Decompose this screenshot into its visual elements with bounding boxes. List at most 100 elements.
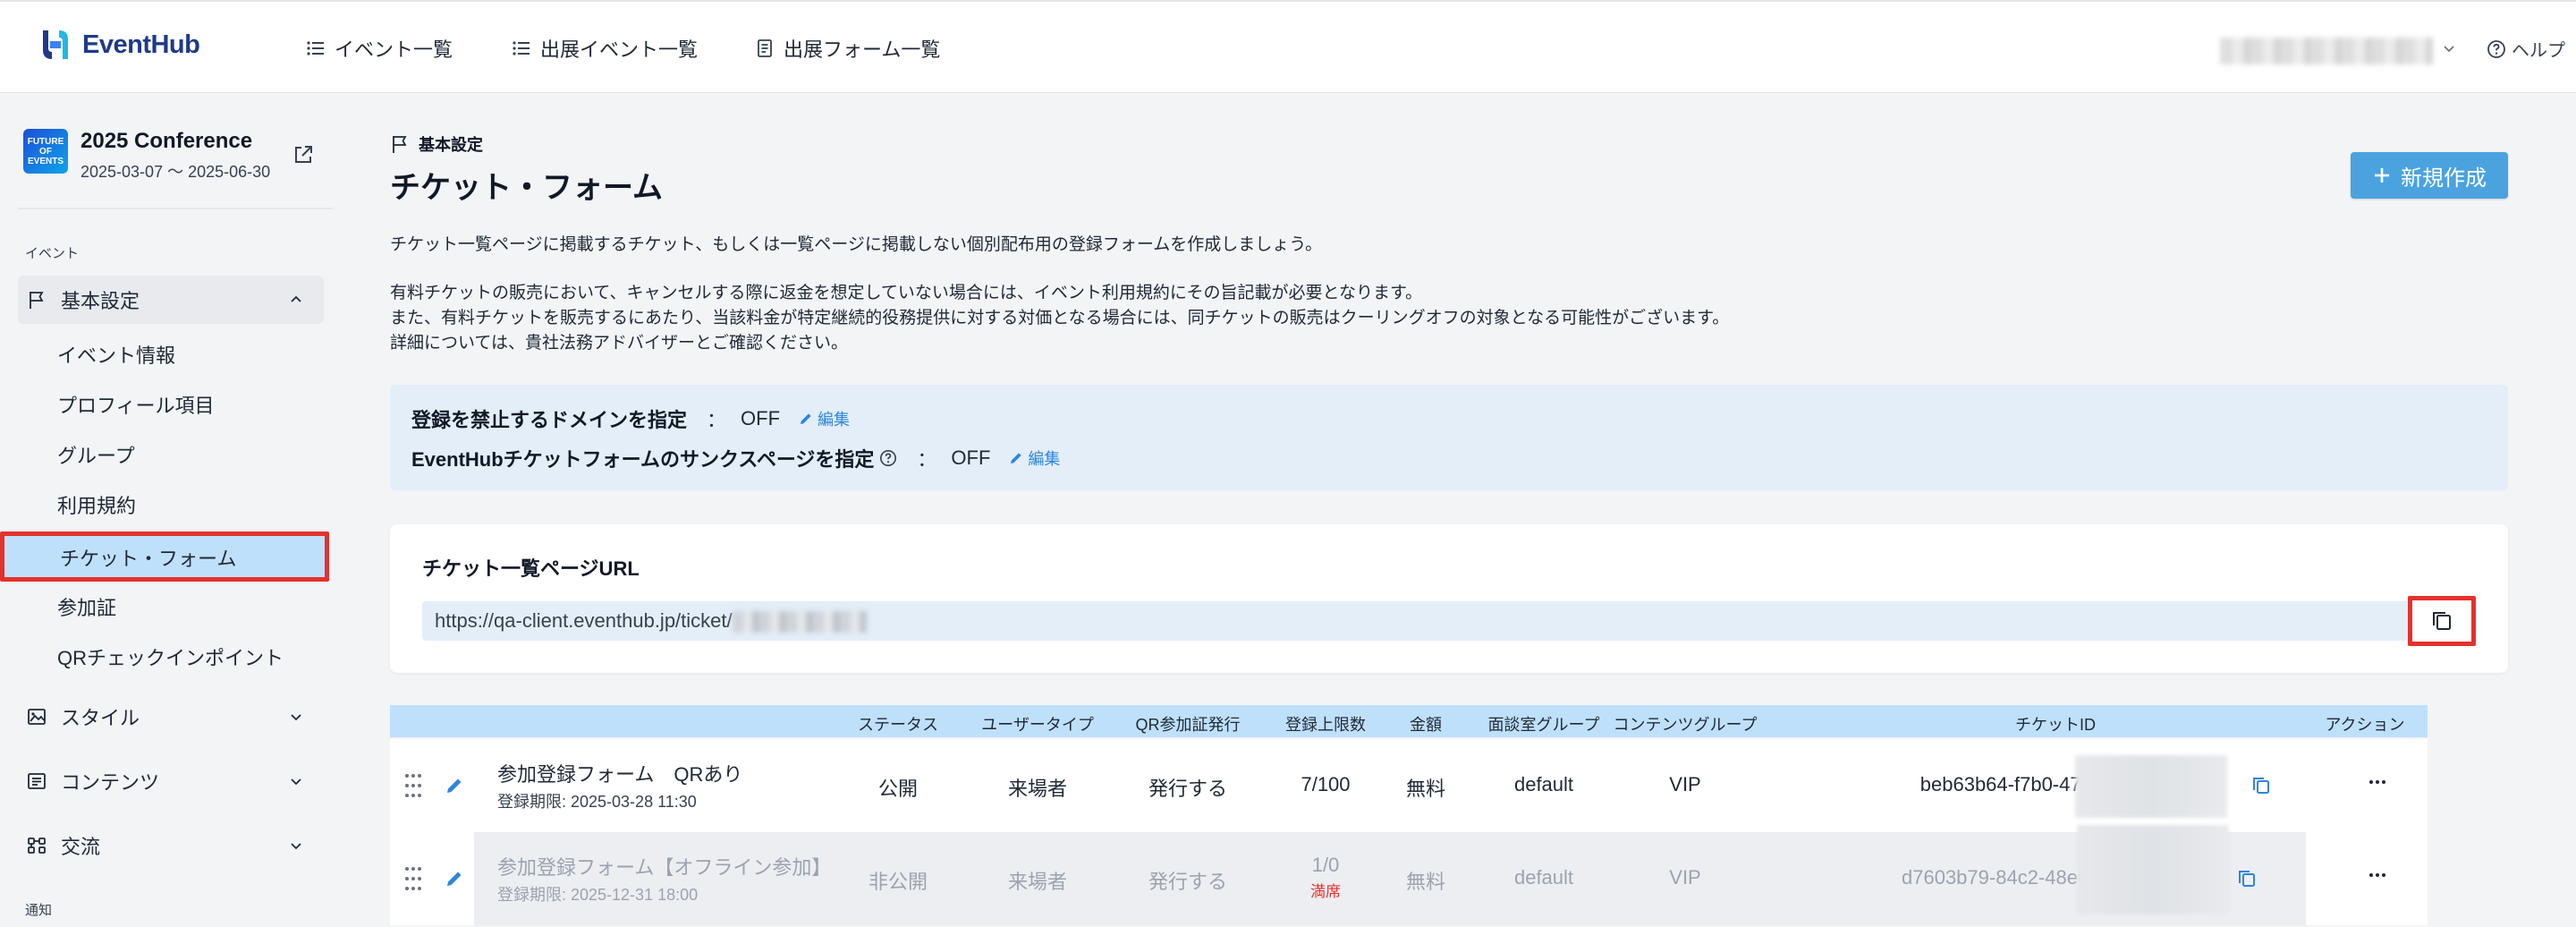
url-redacted-segment bbox=[732, 611, 867, 634]
ticket-qr-issue: 発行する bbox=[1148, 871, 1228, 893]
ticket-limit-value: 1/0 bbox=[1311, 854, 1340, 876]
pencil-icon[interactable] bbox=[444, 868, 465, 889]
eventhub-logo[interactable]: EventHub bbox=[38, 27, 200, 63]
pencil-icon bbox=[801, 413, 811, 424]
ticket-limit-value: 7/100 bbox=[1301, 773, 1351, 795]
edit-blocked-domain-link[interactable]: 編集 bbox=[798, 407, 850, 430]
sidebar-group-label: 基本設定 bbox=[61, 290, 140, 312]
form-icon bbox=[758, 39, 772, 57]
edit-label: 編集 bbox=[1028, 450, 1061, 468]
help-label: ヘルプ bbox=[2512, 41, 2565, 61]
sidebar-item-event-info[interactable]: イベント情報 bbox=[57, 340, 175, 369]
chevron-down-icon[interactable] bbox=[2440, 39, 2458, 57]
description-line: 詳細については、貴社法務アドバイザーとご確認ください。 bbox=[390, 334, 849, 353]
sidebar-group-label: 交流 bbox=[61, 836, 101, 858]
url-card-title: チケット一覧ページURL bbox=[422, 557, 640, 580]
ticket-period: 登録期限: 2025-03-28 11:30 bbox=[497, 793, 697, 811]
sidebar-item-ticket-form[interactable]: チケット・フォーム bbox=[0, 532, 329, 582]
sidebar-group-style[interactable]: スタイル bbox=[18, 693, 324, 741]
external-link-icon[interactable] bbox=[292, 143, 315, 166]
copy-url-button[interactable] bbox=[2408, 596, 2476, 646]
ticket-limit: 1/0 満席 bbox=[1310, 854, 1341, 901]
brand-name: EventHub bbox=[82, 30, 200, 59]
sidebar-item-profile-fields[interactable]: プロフィール項目 bbox=[57, 390, 215, 419]
new-ticket-button[interactable]: 新規作成 bbox=[2351, 152, 2508, 199]
url-text: https://qa-client.eventhub.jp/ticket/ bbox=[435, 609, 733, 632]
sidebar-item-groups[interactable]: グループ bbox=[57, 440, 135, 469]
more-actions-icon[interactable] bbox=[2367, 864, 2388, 886]
eventhub-logo-icon bbox=[43, 30, 68, 59]
chevron-down-icon bbox=[291, 714, 301, 721]
nav-exhibit-event-list[interactable]: 出展イベント一覧 bbox=[512, 34, 698, 63]
copy-icon[interactable] bbox=[2236, 868, 2258, 889]
table-row[interactable]: 参加登録フォーム【オフライン参加】 登録期限: 2025-12-31 18:00… bbox=[390, 825, 2428, 925]
column-header-qr: QR参加証発行 bbox=[1135, 716, 1241, 734]
question-circle-icon[interactable] bbox=[879, 449, 897, 467]
nav-label: 出展フォーム一覧 bbox=[784, 38, 941, 61]
help-link[interactable]: ヘルプ bbox=[2487, 36, 2565, 62]
chevron-down-icon bbox=[291, 778, 301, 786]
sidebar-group-networking[interactable]: 交流 bbox=[18, 821, 324, 870]
description-line: チケット一覧ページに掲載するチケット、もしくは一覧ページに掲載しない個別配布用の… bbox=[390, 235, 1323, 254]
conference-summary: FUTURE OF EVENTS 2025 Conference 2025-03… bbox=[23, 129, 270, 183]
sidebar-item-qr-checkin[interactable]: QRチェックインポイント bbox=[57, 642, 284, 671]
table-row[interactable]: 参加登録フォーム QRあり 登録期限: 2025-03-28 11:30 公開 … bbox=[390, 739, 2428, 832]
setting-label: EventHubチケットフォームのサンクスページを指定 bbox=[411, 448, 875, 471]
pencil-icon bbox=[1011, 453, 1022, 464]
section-label-event: イベント bbox=[25, 246, 80, 261]
ticket-name[interactable]: 参加登録フォーム【オフライン参加】 bbox=[497, 852, 831, 880]
conference-dates: 2025-03-07 ～ 2025-06-30 bbox=[80, 163, 271, 181]
column-header-price: 金額 bbox=[1410, 716, 1442, 734]
column-header-ticket-id: チケットID bbox=[2015, 716, 2096, 734]
nav-event-list[interactable]: イベント一覧 bbox=[306, 34, 453, 63]
column-header-status: ステータス bbox=[858, 716, 938, 734]
drag-handle-icon[interactable] bbox=[402, 771, 424, 800]
ticket-status: 非公開 bbox=[868, 871, 928, 893]
pencil-icon[interactable] bbox=[444, 775, 465, 796]
flag-icon bbox=[393, 136, 407, 153]
column-header-room-group: 面談室グループ bbox=[1487, 716, 1600, 734]
sidebar-group-label: スタイル bbox=[61, 707, 140, 729]
form-settings-panel: 登録を禁止するドメインを指定 ： OFF 編集 EventHubチケットフォーム… bbox=[390, 385, 2508, 490]
ticket-id-redacted bbox=[2075, 755, 2227, 818]
sidebar-item-participation-pass[interactable]: 参加証 bbox=[57, 592, 116, 621]
plus-icon bbox=[2375, 168, 2389, 183]
ticket-price: 無料 bbox=[1405, 778, 1446, 800]
description-line: 有料チケットの販売において、キャンセルする際に返金を想定していない場合には、イベ… bbox=[390, 284, 1423, 302]
sidebar-group-contents[interactable]: コンテンツ bbox=[18, 757, 324, 805]
ticket-room-group: default bbox=[1513, 773, 1574, 795]
nav-exhibit-form-list[interactable]: 出展フォーム一覧 bbox=[755, 34, 940, 63]
breadcrumb: 基本設定 bbox=[390, 132, 483, 156]
page-title: チケット・フォーム bbox=[390, 171, 663, 205]
more-actions-icon[interactable] bbox=[2367, 771, 2388, 793]
ticket-status: 公開 bbox=[877, 778, 919, 800]
account-name-redacted[interactable] bbox=[2220, 38, 2433, 64]
sidebar-item-terms[interactable]: 利用規約 bbox=[57, 490, 136, 519]
setting-blocked-domain: 登録を禁止するドメインを指定 ： OFF 編集 bbox=[411, 404, 850, 433]
ticket-list-url-field[interactable]: https://qa-client.eventhub.jp/ticket/ bbox=[422, 601, 2433, 641]
edit-label: 編集 bbox=[818, 411, 851, 429]
ticket-id-redacted bbox=[2077, 825, 2229, 914]
section-label-notify: 通知 bbox=[25, 903, 53, 918]
ticket-table-header: ステータス ユーザータイプ QR参加証発行 登録上限数 金額 面談室グループ コ… bbox=[390, 705, 2428, 737]
ticket-name[interactable]: 参加登録フォーム QRあり bbox=[497, 759, 742, 787]
edit-thanks-page-link[interactable]: 編集 bbox=[1008, 446, 1060, 470]
setting-value: OFF bbox=[741, 407, 781, 429]
ticket-limit: 7/100 bbox=[1301, 773, 1350, 796]
sidebar-group-basic-settings[interactable]: 基本設定 bbox=[18, 276, 324, 324]
column-header-content-group: コンテンツグループ bbox=[1613, 716, 1758, 734]
description-line: また、有料チケットを販売するにあたり、当該料金が特定継続的役務提供に対する対価と… bbox=[390, 309, 1730, 327]
sidebar-group-label: コンテンツ bbox=[61, 771, 160, 794]
ticket-content-group: VIP bbox=[1669, 773, 1701, 795]
conference-badge: FUTURE OF EVENTS bbox=[23, 129, 68, 174]
content-icon bbox=[28, 773, 46, 789]
network-icon bbox=[28, 838, 46, 854]
copy-icon[interactable] bbox=[2250, 775, 2272, 796]
ticket-list-url-card: チケット一覧ページURL https://qa-client.eventhub.… bbox=[390, 524, 2508, 673]
drag-handle-icon[interactable] bbox=[402, 864, 424, 893]
new-button-label: 新規作成 bbox=[2401, 166, 2487, 191]
setting-thanks-page: EventHubチケットフォームのサンクスページを指定 ： OFF 編集 bbox=[411, 444, 1060, 472]
nav-label: 出展イベント一覧 bbox=[540, 38, 699, 61]
chevron-down-icon bbox=[291, 843, 301, 850]
question-circle-icon bbox=[2487, 39, 2505, 58]
